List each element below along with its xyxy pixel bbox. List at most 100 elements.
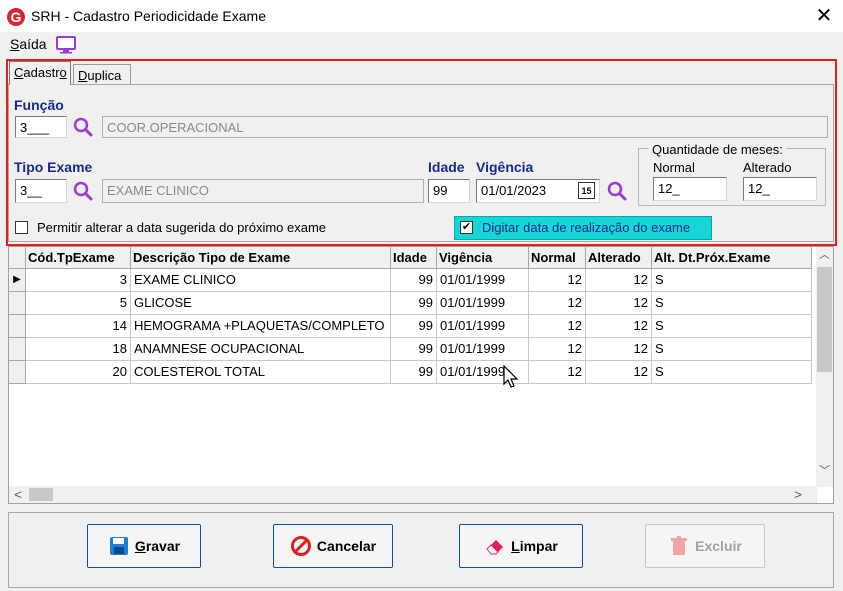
alterado-input[interactable]: 12_ [743,177,817,201]
tipo-exame-code-input[interactable]: 3__ [15,179,67,203]
table-cell[interactable]: 01/01/1999 [437,269,529,292]
close-icon[interactable]: ✕ [812,4,836,28]
table-cell[interactable]: 12 [586,338,652,361]
digitar-checkbox[interactable]: ✔ [460,221,473,234]
grid-header-descricao[interactable]: Descrição Tipo de Exame [131,247,391,269]
table-cell[interactable]: 5 [26,292,131,315]
gravar-rest: ravar [145,538,181,554]
tab-duplica-mnemonic: D [78,68,88,83]
grid-header-idade[interactable]: Idade [391,247,437,269]
menu-saida[interactable]: Saída [10,36,47,52]
tab-cadastro-label: adastr [23,65,60,80]
tab-duplica-label: uplica [87,68,122,83]
eraser-icon [486,540,504,555]
exames-grid[interactable]: Cód.TpExame Descrição Tipo de Exame Idad… [8,246,834,504]
funcao-label: Função [14,97,64,113]
table-cell[interactable]: S [652,338,812,361]
table-cell[interactable]: S [652,292,812,315]
table-cell[interactable]: 12 [529,292,586,315]
grid-header-cod[interactable]: Cód.TpExame [26,247,131,269]
vertical-scrollbar[interactable]: ︿ ﹀ [816,247,833,487]
funcao-description-field: COOR.OPERACIONAL [102,116,828,138]
horizontal-scrollbar[interactable]: < > [9,486,817,503]
table-cell[interactable]: 12 [586,361,652,384]
funcao-code-input[interactable]: 3___ [15,116,67,138]
table-cell[interactable]: 99 [391,315,437,338]
excluir-button[interactable]: Excluir [645,524,765,568]
vertical-scroll-thumb[interactable] [817,267,832,372]
table-cell[interactable]: 12 [586,315,652,338]
permitir-checkbox[interactable] [15,221,28,234]
idade-label: Idade [428,159,465,175]
save-icon [109,537,128,555]
table-cell[interactable]: 99 [391,338,437,361]
table-cell[interactable]: ANAMNESE OCUPACIONAL [131,338,391,361]
grid-header-alterado[interactable]: Alterado [586,247,652,269]
tipo-exame-label: Tipo Exame [14,159,93,175]
gravar-button[interactable]: Gravar [87,524,201,568]
limpar-mnemonic: L [511,538,520,554]
search-icon[interactable] [606,180,628,202]
search-icon[interactable] [72,180,94,202]
scroll-right-button[interactable]: > [791,486,805,503]
gravar-label: Gravar [135,538,180,554]
table-cell[interactable]: 18 [26,338,131,361]
table-cell[interactable]: EXAME CLINICO [131,269,391,292]
table-cell[interactable]: S [652,269,812,292]
tab-cadastro[interactable]: Cadastro [9,61,71,85]
grid-header-normal[interactable]: Normal [529,247,586,269]
scroll-up-button[interactable]: ︿ [816,247,833,264]
vigencia-date-value: 01/01/2023 [481,183,547,198]
row-indicator[interactable] [9,361,26,384]
table-cell[interactable]: 14 [26,315,131,338]
cancel-icon [290,536,311,556]
table-cell[interactable]: S [652,315,812,338]
scroll-left-button[interactable]: < [11,486,25,503]
monitor-icon[interactable] [55,36,77,54]
grid-header-alt-dt[interactable]: Alt. Dt.Próx.Exame [652,247,812,269]
tipo-exame-description-field: EXAME CLINICO [102,179,424,203]
table-cell[interactable]: 12 [529,269,586,292]
calendar-icon[interactable]: 15 [578,182,595,199]
table-cell[interactable]: 01/01/1999 [437,292,529,315]
table-cell[interactable]: 3 [26,269,131,292]
trash-icon [671,536,688,555]
table-cell[interactable]: 99 [391,269,437,292]
menu-saida-label: aída [19,36,47,52]
quantidade-meses-label: Quantidade de meses: [649,142,786,157]
row-indicator[interactable]: ▶ [9,269,26,292]
table-cell[interactable]: 12 [529,361,586,384]
table-cell[interactable]: 12 [586,269,652,292]
cancelar-label: Cancelar [316,538,377,554]
tab-duplica[interactable]: Duplica [73,64,131,84]
row-indicator[interactable] [9,315,26,338]
search-icon[interactable] [72,116,94,138]
table-cell[interactable]: 99 [391,361,437,384]
cancelar-button[interactable]: Cancelar [273,524,393,568]
limpar-label: Limpar [511,538,558,554]
row-indicator[interactable] [9,338,26,361]
table-cell[interactable]: 01/01/1999 [437,315,529,338]
vigencia-label: Vigência [476,159,534,175]
normal-input[interactable]: 12_ [653,177,727,201]
app-logo-icon: G [7,8,25,26]
table-cell[interactable]: GLICOSE [131,292,391,315]
mouse-cursor-icon [503,365,519,388]
table-cell[interactable]: 12 [529,338,586,361]
table-cell[interactable]: 12 [529,315,586,338]
table-cell[interactable]: 20 [26,361,131,384]
table-cell[interactable]: S [652,361,812,384]
grid-header-vigencia[interactable]: Vigência [437,247,529,269]
limpar-button[interactable]: Limpar [459,524,583,568]
table-cell[interactable]: 01/01/1999 [437,338,529,361]
table-cell[interactable]: 12 [586,292,652,315]
horizontal-scroll-thumb[interactable] [29,488,53,501]
table-cell[interactable]: COLESTEROL TOTAL [131,361,391,384]
normal-label: Normal [653,160,695,175]
table-cell[interactable]: 99 [391,292,437,315]
limpar-rest: impar [519,538,558,554]
table-cell[interactable]: HEMOGRAMA +PLAQUETAS/COMPLETO [131,315,391,338]
row-indicator[interactable] [9,292,26,315]
scroll-down-button[interactable]: ﹀ [816,463,833,480]
idade-input[interactable]: 99 [428,179,470,203]
